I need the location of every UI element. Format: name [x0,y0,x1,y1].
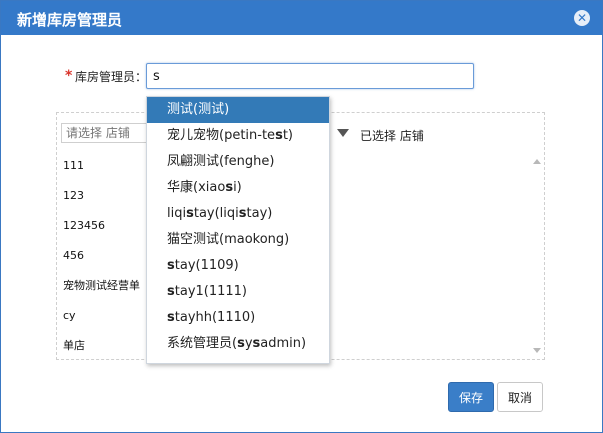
dropdown-option[interactable]: stayhh(1110) [147,305,329,331]
warehouse-admin-input[interactable] [146,63,474,89]
cancel-button[interactable]: 取消 [497,382,543,412]
dropdown-option[interactable]: liqistay(liqistay) [147,201,329,227]
dropdown-option[interactable]: 宠儿宠物(petin-test) [147,123,329,149]
scroll-up-icon[interactable] [533,159,541,164]
add-warehouse-admin-dialog: 新增库房管理员 ✕ * 库房管理员： 已选择 店铺 11112312345645… [0,0,603,433]
dropdown-option[interactable]: stay(1109) [147,253,329,279]
dropdown-option[interactable]: 华康(xiaosi) [147,175,329,201]
scrollbar[interactable] [531,153,543,357]
caret-down-icon[interactable] [337,129,349,137]
save-button[interactable]: 保存 [448,382,494,412]
required-mark: * [65,68,73,84]
dropdown-option[interactable]: 猫空测试(maokong) [147,227,329,253]
scroll-down-icon[interactable] [533,348,541,353]
autocomplete-dropdown: 测试(测试) 宠儿宠物(petin-test) 凤翩测试(fenghe) 华康(xia… [146,96,330,364]
dropdown-option[interactable]: 系统管理员(sysadmin) [147,331,329,357]
selected-stores-heading: 已选择 店铺 [360,129,424,143]
warehouse-admin-label: 库房管理员： [75,70,148,84]
dropdown-option[interactable]: 测试(测试) [147,97,329,123]
dropdown-option[interactable]: stay1(1111) [147,279,329,305]
dropdown-option[interactable]: 凤翩测试(fenghe) [147,149,329,175]
dialog-titlebar: 新增库房管理员 ✕ [1,1,602,35]
dialog-title: 新增库房管理员 [17,11,123,29]
close-icon[interactable]: ✕ [574,10,590,26]
